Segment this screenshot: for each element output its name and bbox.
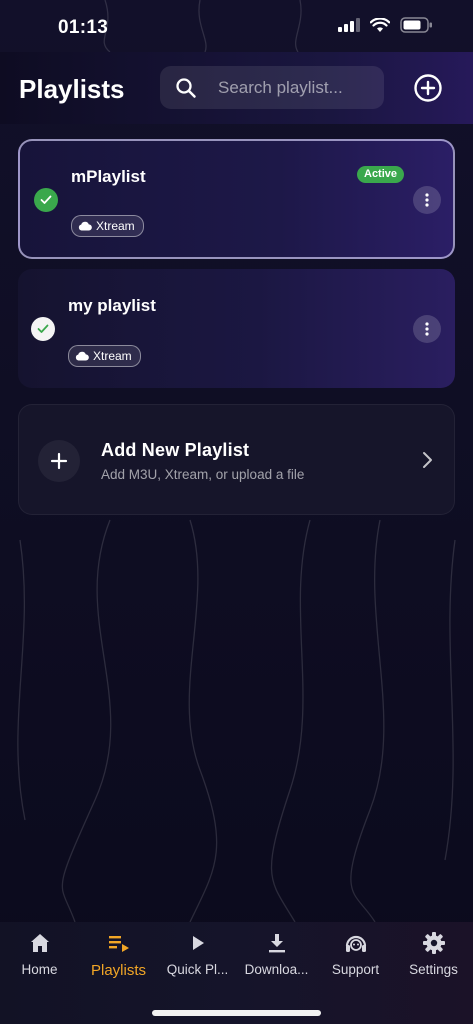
tab-label: Playlists: [90, 962, 146, 979]
add-playlist-title: Add New Playlist: [101, 440, 250, 460]
search-input[interactable]: [216, 76, 380, 99]
tab-downloads[interactable]: Downloa...: [237, 930, 316, 980]
wifi-icon: [370, 17, 390, 32]
tab-label: Home: [21, 962, 58, 977]
tab-quick-play[interactable]: Quick Pl...: [158, 930, 237, 980]
add-new-playlist-card[interactable]: Add New Playlist Add M3U, Xtream, or upl…: [18, 404, 455, 515]
tab-settings[interactable]: Settings: [394, 930, 473, 980]
playlist-type-chip: Xtream: [71, 215, 144, 237]
search-icon: [174, 76, 198, 100]
bottom-tab-bar: Home Playlists Quick Pl... Downloa... Su…: [0, 922, 473, 1024]
active-badge: Active: [357, 166, 405, 183]
tab-label: Support: [331, 962, 380, 977]
status-time: 01:13: [58, 17, 109, 38]
download-icon: [264, 930, 290, 956]
plus-icon: [38, 440, 80, 482]
play-icon: [185, 930, 211, 956]
headset-icon: [343, 930, 369, 956]
add-playlist-subtitle: Add M3U, Xtream, or upload a file: [101, 467, 305, 482]
playlist-icon: [106, 930, 132, 956]
tab-label: Downloa...: [244, 962, 309, 977]
checkmark-icon: [31, 317, 55, 341]
tab-playlists[interactable]: Playlists: [79, 930, 158, 980]
cloud-icon: [78, 221, 92, 231]
checkmark-icon: [34, 188, 58, 212]
cellular-signal-icon: [338, 18, 360, 32]
playlist-card[interactable]: mPlaylist Xtream Active: [18, 139, 455, 259]
tab-label: Settings: [409, 962, 458, 977]
playlist-type-label: Xtream: [96, 219, 135, 233]
battery-icon: [400, 17, 432, 33]
gear-icon: [421, 930, 447, 956]
more-vertical-icon: [425, 193, 429, 207]
cloud-icon: [75, 351, 89, 361]
home-icon: [27, 930, 53, 956]
status-icons: [338, 17, 433, 33]
more-vertical-icon: [425, 322, 429, 336]
playlist-card[interactable]: my playlist Xtream: [18, 269, 455, 388]
playlist-name: my playlist: [68, 296, 156, 315]
tab-home[interactable]: Home: [0, 930, 79, 980]
playlist-type-label: Xtream: [93, 349, 132, 363]
playlist-type-chip: Xtream: [68, 345, 141, 367]
add-playlist-button[interactable]: [413, 73, 443, 103]
search-box[interactable]: [160, 66, 384, 109]
tab-support[interactable]: Support: [316, 930, 395, 980]
more-options-button[interactable]: [413, 315, 441, 343]
playlist-name: mPlaylist: [71, 167, 146, 186]
header: Playlists: [0, 52, 473, 124]
tab-label: Quick Pl...: [166, 962, 229, 977]
chevron-right-icon: [423, 452, 432, 468]
status-bar: 01:13: [0, 0, 473, 52]
page-title: Playlists: [19, 74, 125, 104]
more-options-button[interactable]: [413, 186, 441, 214]
home-indicator[interactable]: [152, 1010, 321, 1016]
